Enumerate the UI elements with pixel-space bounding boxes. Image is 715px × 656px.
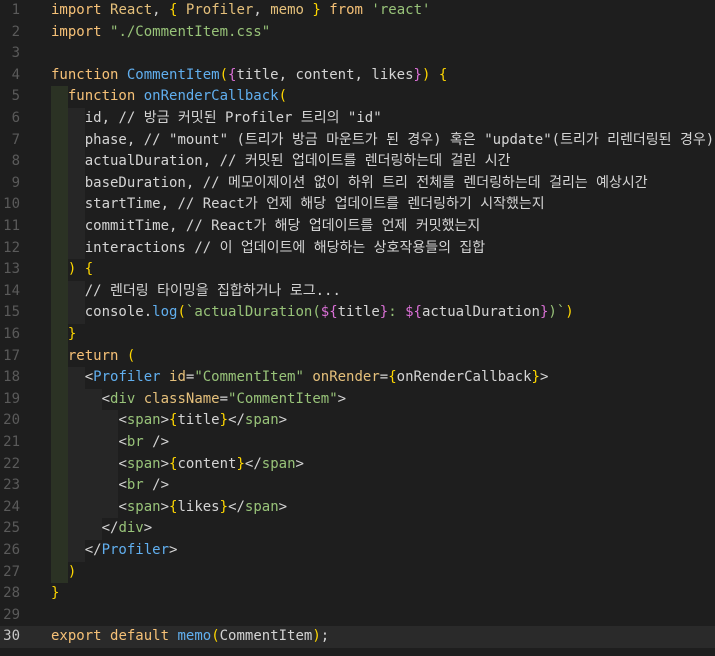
code-line[interactable]: 30 export default memo(CommentItem); [0,626,715,648]
line-number: 9 [11,174,20,191]
code-line[interactable]: 13 ) { [0,259,715,281]
line-number: 7 [11,131,20,148]
line-number: 1 [11,2,20,18]
line-number: 19 [3,390,20,407]
line-number: 26 [3,542,20,558]
code-text: <span>{title}</span> [118,412,288,429]
line-number: 21 [3,434,20,450]
line-number: 4 [11,66,20,83]
code-text: export default memo(CommentItem); [51,628,330,645]
code-line[interactable]: 15 console.log(`actualDuration(${title}:… [0,302,715,324]
code-line[interactable]: 4 function CommentItem({title, content, l… [0,65,715,87]
line-number: 18 [3,369,20,386]
line-number: 25 [3,520,20,537]
line-number: 5 [11,88,20,105]
code-line[interactable]: 5 function onRenderCallback( [0,86,715,108]
line-number: 29 [3,606,20,623]
code-text: </div> [101,520,153,537]
line-number: 3 [11,45,20,62]
code-line[interactable]: 24 <span>{likes}</span> [0,496,715,519]
line-number: 2 [11,23,20,40]
line-number: 11 [3,218,20,234]
code-line[interactable]: 11 commitTime, // React가 해당 업데이트를 언제 커밋했… [0,216,715,238]
code-line[interactable]: 17 return ( [0,345,715,368]
code-line[interactable]: 3 [0,43,715,65]
line-number: 20 [3,412,20,429]
code-line[interactable]: 12 interactions // 이 업데이트에 해당하는 상호작용들의 집… [0,237,715,260]
line-number: 24 [3,498,20,515]
code-line[interactable]: 29 [0,605,715,627]
code-text: <br /> [118,477,170,494]
line-number: 10 [3,196,20,213]
code-text: } [51,585,60,602]
code-text: <div className="CommentItem"> [101,390,347,407]
code-text: <span>{likes}</span> [118,498,288,515]
code-line[interactable]: 28} [0,583,715,605]
code-text: commitTime, // React가 해당 업데이트를 언제 커밋했는지 [84,218,481,234]
code-line[interactable]: 18 <Profiler id="CommentItem" onRender={… [0,367,715,389]
code-text: return ( [67,347,136,364]
code-text: <br /> [118,434,170,450]
code-line[interactable]: 22 <span>{content}</span> [0,453,715,476]
line-number: 16 [3,326,20,342]
line-number: 22 [3,455,20,472]
code-text: baseDuration, // 메모이제이션 없이 하위 트리 전체를 렌더링… [84,174,648,191]
code-line[interactable]: 10 startTime, // React가 언제 해당 업데이트를 렌더링하… [0,194,715,216]
code-text: // 렌더링 타이밍을 집합하거나 로그... [84,282,341,299]
code-line[interactable]: 26 </Profiler> [0,540,715,562]
code-line[interactable]: 20 <span>{title}</span> [0,410,715,432]
line-number: 23 [3,477,20,494]
code-text: id, // 방금 커밋된 Profiler 트리의 "id" [84,110,382,126]
code-line[interactable]: 6 id, // 방금 커밋된 Profiler 트리의 "id" [0,108,715,130]
line-number: 12 [3,239,20,256]
line-number: 14 [3,282,20,299]
code-line[interactable]: 8 actualDuration, // 커밋된 업데이트를 렌더링하는데 걸린… [0,151,715,173]
code-line[interactable]: 1 import React, { Profiler, memo } from '… [0,0,715,22]
line-number: 28 [3,585,20,602]
line-number: 17 [3,347,20,364]
code-text: actualDuration, // 커밋된 업데이트를 렌더링하는데 걸린 시… [84,153,511,170]
line-number: 27 [3,563,20,580]
code-line[interactable]: 16 } [0,324,715,346]
code-line[interactable]: 25 </div> [0,518,715,540]
code-line[interactable]: 27 ) [0,561,715,584]
code-text: function CommentItem({title, content, li… [51,66,448,83]
code-text: <Profiler id="CommentItem" onRender={onR… [84,369,549,386]
code-line[interactable]: 21 <br /> [0,432,715,454]
code-line[interactable]: 2 import "./CommentItem.css" [0,22,715,44]
line-number: 8 [11,153,20,170]
code-line[interactable]: 9 baseDuration, // 메모이제이션 없이 하위 트리 전체를 렌… [0,172,715,195]
code-text: ) { [67,261,94,278]
code-text: import "./CommentItem.css" [51,23,271,40]
code-text: </Profiler> [84,542,178,558]
code-text: ) [67,563,77,580]
code-text: } [67,326,77,342]
code-text: phase, // "mount" (트리가 방금 마운트가 된 경우) 혹은 … [84,131,715,148]
line-number: 15 [3,304,20,321]
code-text: interactions // 이 업데이트에 해당하는 상호작용들의 집합 [84,239,486,256]
code-text: startTime, // React가 언제 해당 업데이트를 렌더링하기 시… [84,196,545,213]
code-text: <span>{content}</span> [118,455,304,472]
code-line[interactable]: 7 phase, // "mount" (트리가 방금 마운트가 된 경우) 혹… [0,129,715,152]
line-number: 30 [3,628,20,645]
code-line[interactable]: 14 // 렌더링 타이밍을 집합하거나 로그... [0,280,715,303]
code-line[interactable]: 23 <br /> [0,475,715,497]
line-number: 6 [11,110,20,126]
code-text: import React, { Profiler, memo } from 'r… [51,2,431,18]
code-line[interactable]: 19 <div className="CommentItem"> [0,388,715,411]
line-number: 13 [3,261,20,278]
code-text: function onRenderCallback( [67,88,288,105]
code-text: console.log(`actualDuration(${title}: ${… [84,304,574,321]
code-editor[interactable]: 1 import React, { Profiler, memo } from '… [0,0,715,656]
